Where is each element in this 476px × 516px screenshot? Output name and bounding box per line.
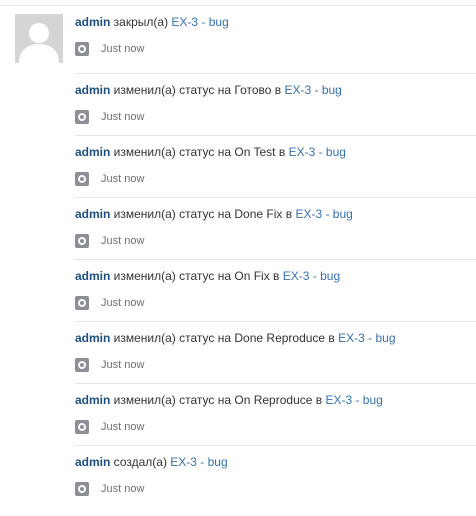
timestamp: Just now (101, 483, 145, 495)
activity-entry: admin изменил(а) статус на On Test в EX-… (75, 136, 476, 198)
issue-link[interactable]: EX-3 - bug (284, 83, 341, 97)
issue-link[interactable]: EX-3 - bug (283, 269, 340, 283)
activity-meta: Just now (75, 420, 144, 434)
activity-meta: Just now (75, 42, 144, 56)
activity-feed: admin закрыл(а) EX-3 - bug Just now admi… (75, 6, 476, 508)
activity-type-icon (75, 110, 89, 124)
activity-text: admin создал(а) EX-3 - bug (75, 455, 228, 469)
activity-type-icon (75, 482, 89, 496)
activity-entry: admin закрыл(а) EX-3 - bug Just now (75, 6, 476, 74)
action-text: изменил(а) статус на On Reproduce в (110, 393, 326, 407)
timestamp: Just now (101, 111, 145, 123)
activity-text: admin изменил(а) статус на On Reproduce … (75, 393, 383, 407)
actor-link[interactable]: admin (75, 269, 110, 283)
activity-meta: Just now (75, 358, 144, 372)
activity-type-icon (75, 296, 89, 310)
activity-entry: admin изменил(а) статус на On Fix в EX-3… (75, 260, 476, 322)
activity-text: admin изменил(а) статус на Готово в EX-3… (75, 83, 342, 97)
action-text: изменил(а) статус на On Fix в (110, 269, 283, 283)
avatar[interactable] (15, 14, 63, 63)
activity-text: admin изменил(а) статус на Done Fix в EX… (75, 207, 353, 221)
activity-meta: Just now (75, 234, 144, 248)
timestamp: Just now (101, 173, 145, 185)
action-text: изменил(а) статус на Готово в (110, 83, 285, 97)
activity-entry: admin изменил(а) статус на On Reproduce … (75, 384, 476, 446)
activity-entry: admin создал(а) EX-3 - bug Just now (75, 446, 476, 508)
action-text: изменил(а) статус на On Test в (110, 145, 289, 159)
activity-type-icon (75, 234, 89, 248)
activity-text: admin изменил(а) статус на On Test в EX-… (75, 145, 346, 159)
activity-entry: admin изменил(а) статус на Done Reproduc… (75, 322, 476, 384)
activity-type-icon (75, 172, 89, 186)
activity-meta: Just now (75, 482, 144, 496)
actor-link[interactable]: admin (75, 145, 110, 159)
timestamp: Just now (101, 297, 145, 309)
activity-meta: Just now (75, 296, 144, 310)
activity-type-icon (75, 358, 89, 372)
activity-text: admin изменил(а) статус на On Fix в EX-3… (75, 269, 340, 283)
action-text: изменил(а) статус на Done Fix в (110, 207, 296, 221)
issue-link[interactable]: EX-3 - bug (289, 145, 346, 159)
issue-link[interactable]: EX-3 - bug (338, 331, 395, 345)
timestamp: Just now (101, 359, 145, 371)
actor-link[interactable]: admin (75, 15, 110, 29)
timestamp: Just now (101, 421, 145, 433)
activity-type-icon (75, 42, 89, 56)
timestamp: Just now (101, 43, 145, 55)
user-avatar-icon (15, 14, 63, 63)
activity-meta: Just now (75, 110, 144, 124)
activity-text: admin закрыл(а) EX-3 - bug (75, 15, 229, 29)
activity-entry: admin изменил(а) статус на Готово в EX-3… (75, 74, 476, 136)
action-text: изменил(а) статус на Done Reproduce в (110, 331, 339, 345)
activity-text: admin изменил(а) статус на Done Reproduc… (75, 331, 396, 345)
activity-stream: admin закрыл(а) EX-3 - bug Just now admi… (0, 0, 476, 516)
activity-type-icon (75, 420, 89, 434)
activity-entry: admin изменил(а) статус на Done Fix в EX… (75, 198, 476, 260)
activity-meta: Just now (75, 172, 144, 186)
actor-link[interactable]: admin (75, 83, 110, 97)
action-text: создал(а) (110, 455, 171, 469)
issue-link[interactable]: EX-3 - bug (325, 393, 382, 407)
actor-link[interactable]: admin (75, 455, 110, 469)
issue-link[interactable]: EX-3 - bug (170, 455, 227, 469)
action-text: закрыл(а) (110, 15, 172, 29)
issue-link[interactable]: EX-3 - bug (171, 15, 228, 29)
actor-link[interactable]: admin (75, 331, 110, 345)
actor-link[interactable]: admin (75, 393, 110, 407)
actor-link[interactable]: admin (75, 207, 110, 221)
issue-link[interactable]: EX-3 - bug (295, 207, 352, 221)
timestamp: Just now (101, 235, 145, 247)
